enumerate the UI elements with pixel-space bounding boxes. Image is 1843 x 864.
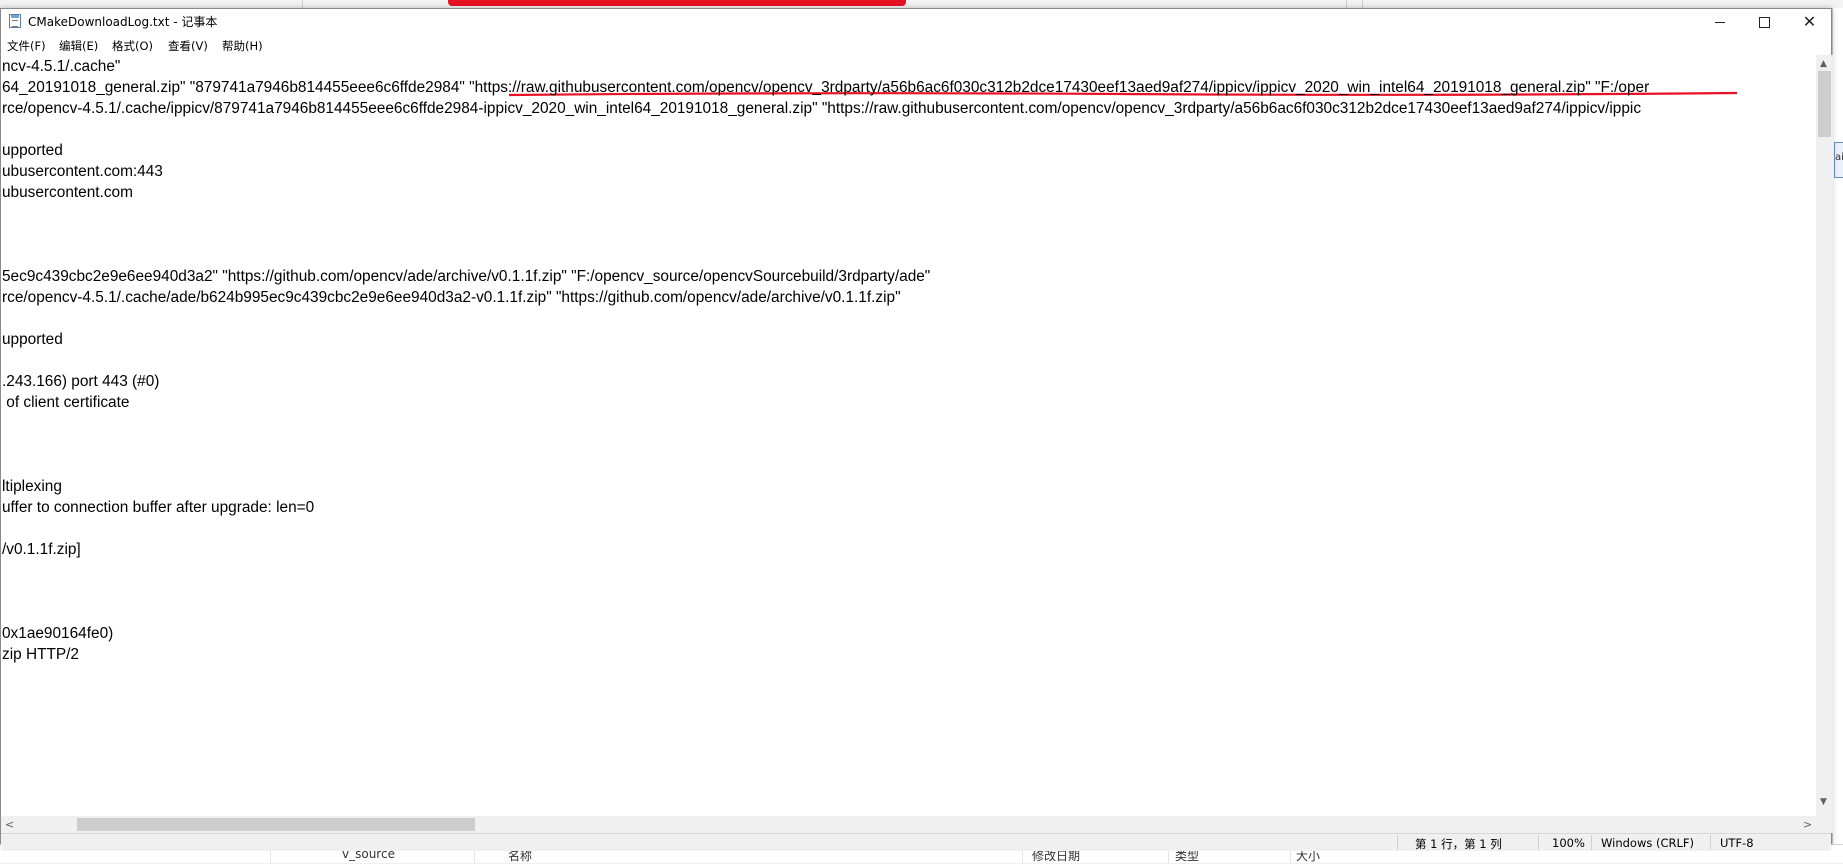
text-line: 5ec9c439cbc2e9e6ee940d3a2" "https://gith… <box>2 268 931 285</box>
minimize-icon <box>1714 21 1725 23</box>
scrollbar-corner <box>1816 816 1833 833</box>
horizontal-scroll-thumb[interactable] <box>77 818 475 831</box>
notepad-window: CMakeDownloadLog.txt - 记事本 ✕ 文件(F) 编辑(E)… <box>0 8 1833 851</box>
text-line: ubusercontent.com <box>2 184 133 201</box>
close-button[interactable]: ✕ <box>1787 9 1832 35</box>
background-divider <box>1346 0 1347 8</box>
notepad-icon <box>9 14 21 28</box>
text-line: ubusercontent.com:443 <box>2 163 163 180</box>
text-line: 64_20191018_general.zip" "879741a7946b81… <box>2 79 1650 96</box>
text-line: uffer to connection buffer after upgrade… <box>2 499 315 516</box>
text-line: rce/opencv-4.5.1/.cache/ade/b624b995ec9c… <box>2 289 901 306</box>
menu-help[interactable]: 帮助(H) <box>222 38 263 54</box>
status-zoom: 100% <box>1552 836 1585 850</box>
text-line: ltiplexing <box>2 478 62 495</box>
window-title: CMakeDownloadLog.txt - 记事本 <box>28 15 218 29</box>
text-line: rce/opencv-4.5.1/.cache/ippicv/879741a79… <box>2 100 1642 117</box>
text-line: upported <box>2 142 63 159</box>
menu-edit[interactable]: 编辑(E) <box>59 38 98 54</box>
maximize-button[interactable] <box>1742 9 1787 35</box>
vertical-scroll-thumb[interactable] <box>1818 71 1831 137</box>
text-line: upported <box>2 331 63 348</box>
background-red-annotation <box>448 0 906 6</box>
scroll-right-icon[interactable]: > <box>1803 818 1812 831</box>
text-line: of client certificate <box>2 394 130 411</box>
menu-file[interactable]: 文件(F) <box>7 38 46 54</box>
menu-view[interactable]: 查看(V) <box>168 38 208 54</box>
text-line: zip HTTP/2 <box>2 646 79 663</box>
text-line: /v0.1.1f.zip] <box>2 541 81 558</box>
status-bar: 第 1 行，第 1 列 100% Windows (CRLF) UTF-8 <box>1 833 1831 851</box>
vertical-scrollbar[interactable]: ▲ ▼ <box>1816 55 1833 816</box>
minimize-button[interactable] <box>1697 9 1742 35</box>
background-divider <box>1362 0 1363 8</box>
close-icon: ✕ <box>1802 12 1817 31</box>
menu-bar: 文件(F) 编辑(E) 格式(O) 查看(V) 帮助(H) <box>1 35 1831 55</box>
background-window-right-fragment: ai <box>1834 142 1843 178</box>
maximize-icon <box>1759 16 1770 28</box>
status-cursor-position: 第 1 行，第 1 列 <box>1415 837 1502 851</box>
background-divider <box>302 0 303 8</box>
scroll-left-icon[interactable]: < <box>5 818 14 831</box>
text-line: 0x1ae90164fe0) <box>2 625 114 642</box>
background-window-right-edge <box>1832 8 1843 862</box>
status-line-ending: Windows (CRLF) <box>1601 836 1695 850</box>
menu-format[interactable]: 格式(O) <box>112 38 153 54</box>
text-line: .243.166) port 443 (#0) <box>2 373 160 390</box>
status-encoding: UTF-8 <box>1720 836 1754 850</box>
text-editor[interactable]: ncv-4.5.1/.cache" 64_20191018_general.zip… <box>1 55 1816 816</box>
horizontal-scrollbar[interactable]: < > <box>1 816 1816 833</box>
scroll-down-icon[interactable]: ▼ <box>1820 797 1827 807</box>
title-bar[interactable]: CMakeDownloadLog.txt - 记事本 ✕ <box>1 9 1831 35</box>
scroll-up-icon[interactable]: ▲ <box>1820 59 1827 69</box>
text-line: ncv-4.5.1/.cache" <box>2 58 121 75</box>
